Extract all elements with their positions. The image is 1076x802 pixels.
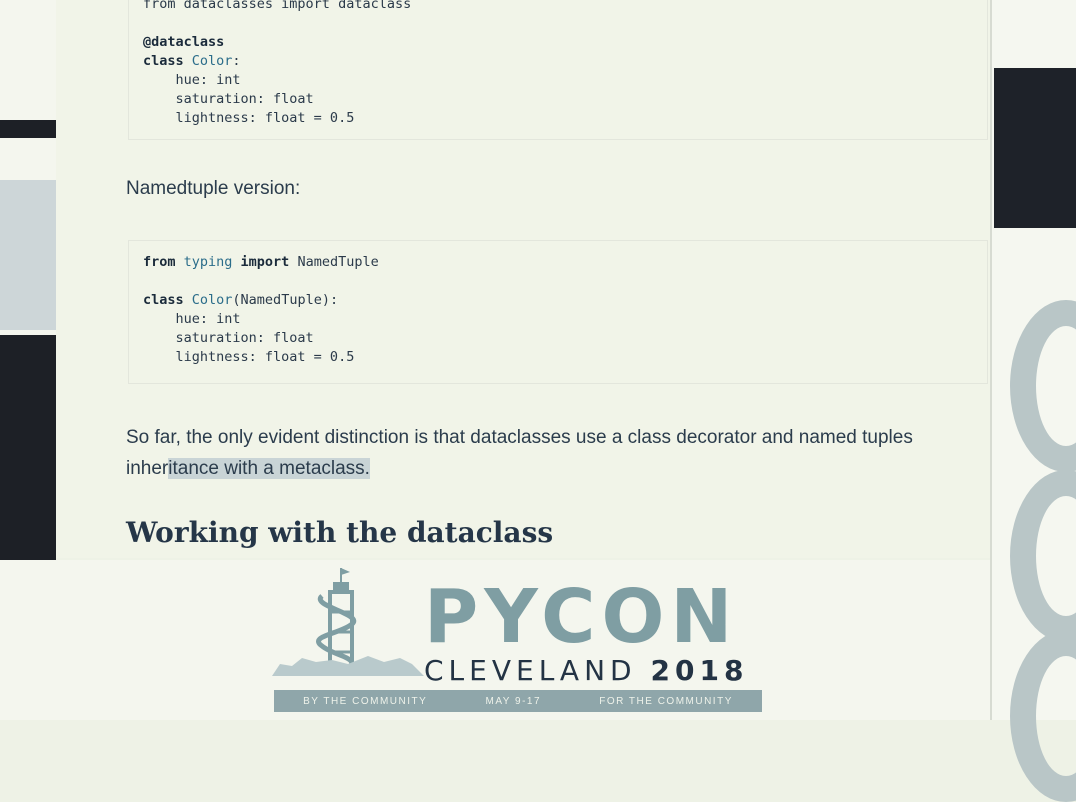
code-line: lightness: float = 0.5	[143, 348, 973, 367]
decorative-ring-icon	[1010, 470, 1076, 642]
decorative-ring-icon	[1010, 630, 1076, 802]
code-line: lightness: float = 0.5	[143, 109, 973, 128]
left-video-edge	[0, 0, 56, 560]
namedtuple-label: Namedtuple version:	[126, 178, 301, 199]
code-token: import	[240, 254, 298, 270]
pycon-subtitle: CLEVELAND 2018	[424, 654, 748, 687]
code-line: saturation: float	[143, 90, 973, 109]
banner-ribbon: BY THE COMMUNITY MAY 9-17 FOR THE COMMUN…	[274, 690, 762, 712]
code-token: hue: int	[143, 311, 241, 327]
code-line: @dataclass	[143, 33, 973, 52]
code-line: class Color:	[143, 52, 973, 71]
section-heading: Working with the dataclass	[126, 516, 554, 549]
code-line: hue: int	[143, 310, 973, 329]
code-token: lightness: float = 0.5	[143, 110, 355, 126]
dark-block	[994, 68, 1076, 228]
code-token: saturation: float	[143, 91, 314, 107]
paragraph: So far, the only evident distinction is …	[126, 422, 986, 484]
code-block-dataclass: from dataclasses import dataclass @datacl…	[128, 0, 988, 140]
selected-text[interactable]: itance with a metaclass.	[168, 458, 370, 479]
code-token: class	[143, 292, 192, 308]
city: CLEVELAND	[424, 654, 651, 687]
code-line: from dataclasses import dataclass	[143, 0, 973, 14]
code-token: Color	[191, 53, 233, 69]
code-token: from dataclasses import dataclass	[143, 0, 412, 12]
code-block-namedtuple: from typing import NamedTuple class Color…	[128, 240, 988, 384]
ribbon-text: BY THE COMMUNITY	[303, 695, 428, 707]
year: 2018	[650, 654, 749, 687]
code-token: class	[143, 53, 192, 69]
article-content: from dataclasses import dataclass @datacl…	[56, 0, 990, 558]
code-line: hue: int	[143, 71, 973, 90]
ribbon-text: FOR THE COMMUNITY	[599, 695, 733, 707]
paragraph-line: So far, the only evident distinction is …	[126, 427, 913, 448]
code-token: hue: int	[143, 72, 241, 88]
code-token: typing	[183, 254, 241, 270]
code-token: NamedTuple	[297, 254, 379, 270]
grey-block	[0, 180, 56, 330]
code-line: saturation: float	[143, 329, 973, 348]
dark-block	[0, 120, 56, 138]
code-line: from typing import NamedTuple	[143, 253, 973, 272]
code-token: from	[143, 254, 184, 270]
pycon-wordmark: PYCON	[424, 574, 739, 660]
ribbon-text: MAY 9-17	[485, 695, 542, 707]
decorative-ring-icon	[1010, 300, 1076, 472]
right-slide-graphic	[990, 0, 1076, 802]
code-token: lightness: float = 0.5	[143, 349, 355, 365]
dark-block	[0, 335, 56, 560]
code-line: class Color(NamedTuple):	[143, 291, 973, 310]
code-token: Color	[191, 292, 233, 308]
paragraph-line: inheritance with a metaclass.	[126, 453, 986, 484]
code-token: @dataclass	[143, 34, 225, 50]
text: inher	[126, 458, 169, 479]
code-token: (NamedTuple):	[232, 292, 339, 308]
code-token: saturation: float	[143, 330, 314, 346]
code-token: :	[232, 53, 241, 69]
cityscape-logo-icon	[272, 656, 424, 676]
